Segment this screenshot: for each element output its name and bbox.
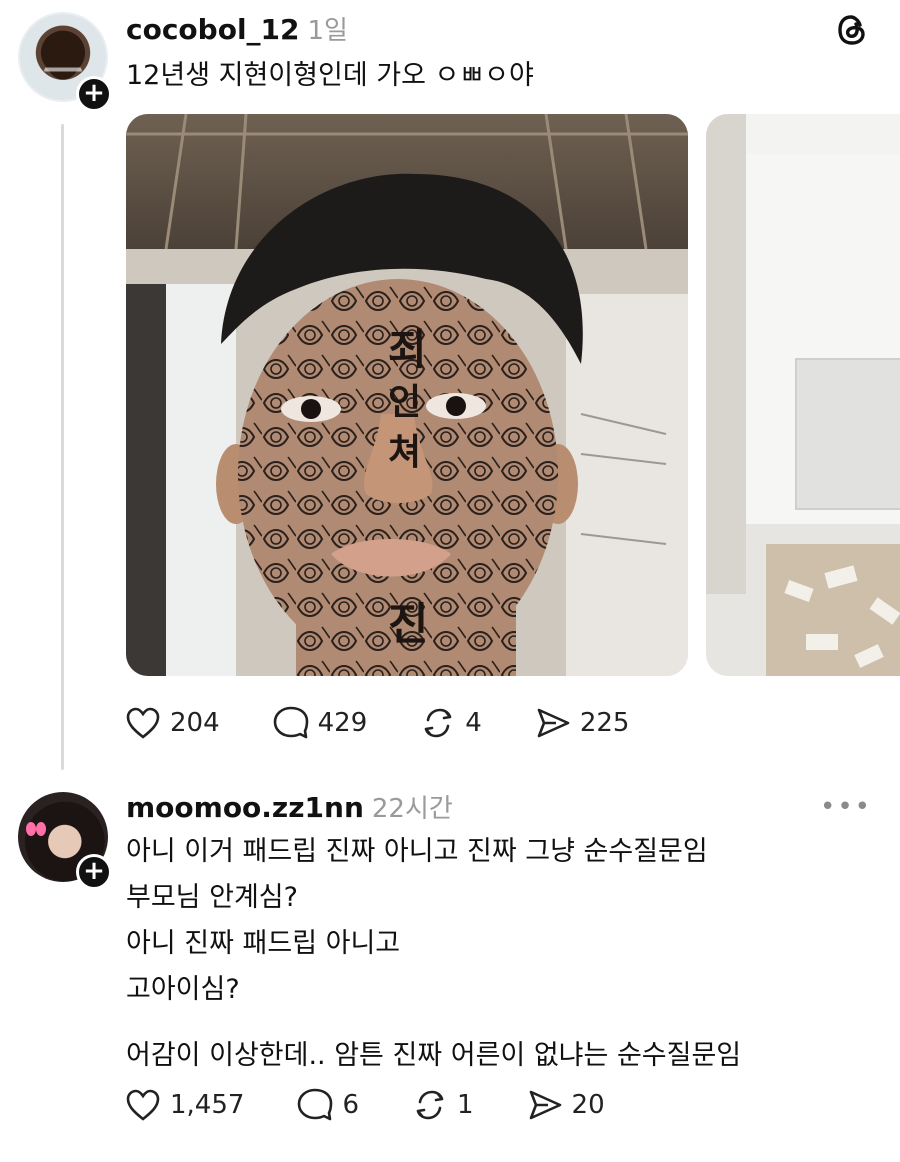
post-actions: 204 429 4 225 [124,704,681,742]
post-photo-1[interactable]: 죄 인 쳐 진 [126,114,688,676]
heart-icon [126,1089,160,1121]
reply-line: 어감이 이상한데.. 암튼 진짜 어른이 없냐는 순수질문임 [126,1040,742,1071]
reply-count: 6 [342,1090,359,1120]
comment-icon [298,1088,333,1121]
repost-button[interactable]: 4 [419,704,482,742]
reply-line: 부모님 안계심? [126,882,298,913]
post-header: moomoo.zz1nn 22시간 [126,788,453,825]
timestamp: 22시간 [371,794,453,824]
follow-button[interactable]: + [76,854,112,890]
reply-button[interactable]: 6 [296,1086,359,1124]
repost-count: 1 [456,1090,474,1120]
bow-decoration [26,822,46,836]
threads-logo-icon[interactable] [834,12,870,48]
post-text: 12년생 지현이형인데 가오 ㅇㅃㅇ야 [126,60,534,91]
comment-icon [273,706,308,739]
heart-icon [126,707,160,739]
share-count: 225 [579,708,630,738]
follow-button[interactable]: + [76,76,112,112]
reply-line: 아니 이거 패드립 진짜 아니고 진짜 그냥 순수질문임 [126,836,708,867]
svg-text:인: 인 [388,382,421,423]
repost-icon [416,1090,444,1120]
main-post: + cocobol_12 1일 12년생 지현이형인데 가오 ㅇㅃㅇ야 죄 인 … [0,0,900,780]
timestamp: 1일 [307,16,348,46]
thread-line [61,124,64,770]
like-button[interactable]: 204 [124,704,220,742]
share-icon [529,1090,561,1120]
repost-button[interactable]: 1 [411,1086,474,1124]
reply-line: 아니 진짜 패드립 아니고 [126,928,401,959]
repost-count: 4 [465,708,482,738]
reply-line: 고아이심? [126,974,240,1005]
like-count: 204 [170,708,220,738]
share-button[interactable]: 225 [534,704,630,742]
photo-1-image: 죄 인 쳐 진 [126,114,688,676]
repost-icon [424,708,452,738]
reply-post: + moomoo.zz1nn 22시간 ••• 아니 이거 패드립 진짜 아니고 … [0,780,900,1162]
reply-count: 429 [317,708,368,738]
username[interactable]: cocobol_12 [126,13,300,46]
post-photo-2[interactable] [706,114,900,676]
photo-2-image [706,114,900,676]
share-button[interactable]: 20 [526,1086,605,1124]
svg-text:진: 진 [388,599,428,650]
svg-text:쳐: 쳐 [388,432,421,473]
reply-actions: 1,457 6 1 20 [124,1086,657,1124]
share-icon [537,708,570,738]
share-count: 20 [571,1090,605,1120]
reply-text: 아니 이거 패드립 진짜 아니고 진짜 그냥 순수질문임 부모님 안계심? 아니… [126,832,741,1082]
post-header: cocobol_12 1일 [126,10,348,47]
like-count: 1,457 [170,1090,245,1120]
username[interactable]: moomoo.zz1nn [126,791,364,824]
more-icon[interactable]: ••• [820,792,872,822]
reply-button[interactable]: 429 [272,704,368,742]
svg-text:죄: 죄 [388,325,427,374]
like-button[interactable]: 1,457 [124,1086,244,1124]
